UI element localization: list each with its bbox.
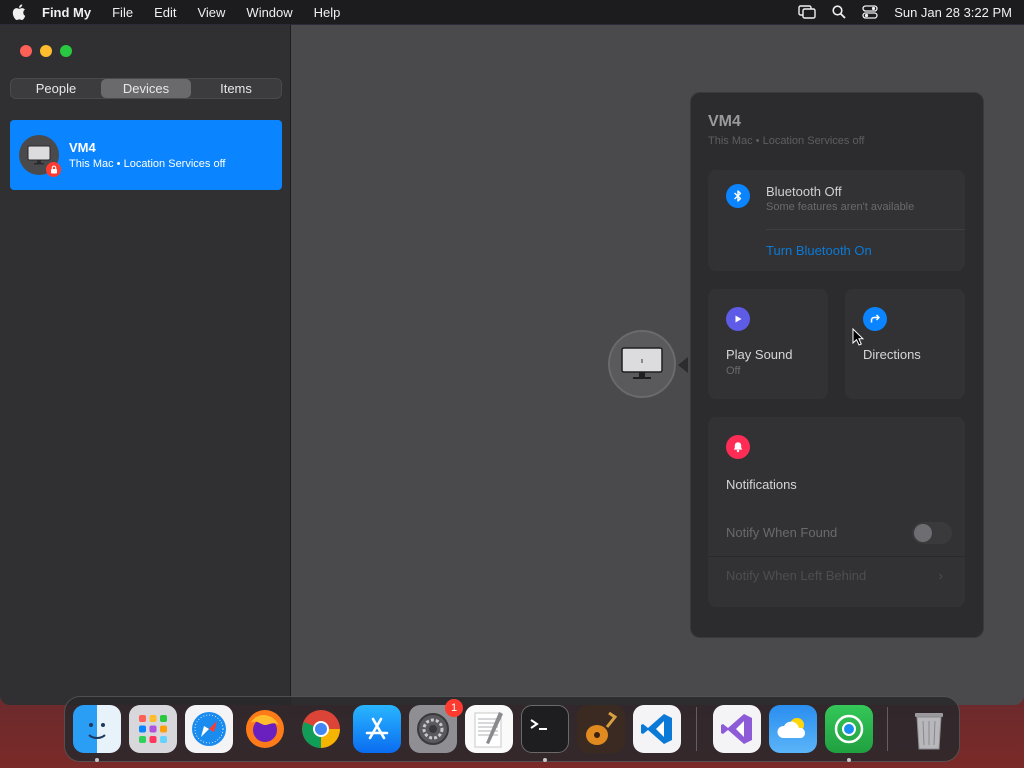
menu-file[interactable]: File xyxy=(112,5,133,20)
notify-when-found-toggle[interactable] xyxy=(912,522,952,544)
apple-menu-icon[interactable] xyxy=(12,4,28,20)
dock-separator xyxy=(696,707,697,751)
mouse-pointer-icon xyxy=(852,327,865,351)
menu-help[interactable]: Help xyxy=(314,5,341,20)
device-name: VM4 xyxy=(69,140,96,155)
zoom-window-button[interactable] xyxy=(60,45,72,57)
tab-devices[interactable]: Devices xyxy=(101,79,191,98)
notifications-card: Notifications Notify When Found Notify W… xyxy=(708,417,965,607)
notify-when-left-behind-item[interactable]: Notify When Left Behind xyxy=(726,568,866,583)
visual-studio-app-icon[interactable] xyxy=(713,705,761,753)
app-store-app-icon[interactable] xyxy=(353,705,401,753)
tab-items[interactable]: Items xyxy=(191,79,281,98)
play-icon xyxy=(726,307,750,331)
dock-separator xyxy=(887,707,888,751)
chrome-app-icon[interactable] xyxy=(297,705,345,753)
device-subtitle: This Mac • Location Services off xyxy=(69,158,226,170)
divider xyxy=(708,556,965,557)
notifications-label: Notifications xyxy=(726,477,797,492)
play-sound-label: Play Sound xyxy=(726,347,793,362)
directions-arrow-icon xyxy=(863,307,887,331)
running-indicator xyxy=(847,758,851,762)
menu-clock[interactable]: Sun Jan 28 3:22 PM xyxy=(894,5,1012,20)
running-indicator xyxy=(95,758,99,762)
chevron-right-icon: › xyxy=(938,568,943,583)
find-my-app-icon[interactable] xyxy=(825,705,873,753)
terminal-app-icon[interactable] xyxy=(521,705,569,753)
screen-mirroring-icon[interactable] xyxy=(798,5,816,19)
system-settings-app-icon[interactable]: 1 xyxy=(409,699,463,753)
menu-app-name[interactable]: Find My xyxy=(42,5,91,20)
running-indicator xyxy=(543,758,547,762)
trash-icon[interactable] xyxy=(905,705,953,753)
dock: 1 xyxy=(64,696,960,762)
panel-device-name: VM4 xyxy=(708,113,741,130)
vscode-app-icon[interactable] xyxy=(633,705,681,753)
map-area[interactable]: VM4 This Mac • Location Services off Blu… xyxy=(292,25,1024,705)
bell-icon xyxy=(726,435,750,459)
play-sound-status: Off xyxy=(726,365,741,377)
finder-app-icon[interactable] xyxy=(73,705,121,753)
turn-bluetooth-on-link[interactable]: Turn Bluetooth On xyxy=(766,243,872,258)
panel-device-subtitle: This Mac • Location Services off xyxy=(708,135,865,147)
menu-view[interactable]: View xyxy=(197,5,225,20)
control-center-icon[interactable] xyxy=(862,5,878,19)
category-segmented-control: People Devices Items xyxy=(10,78,282,99)
toggle-knob xyxy=(914,524,932,542)
tab-people[interactable]: People xyxy=(11,79,101,98)
divider xyxy=(766,229,965,230)
textedit-app-icon[interactable] xyxy=(465,705,513,753)
device-avatar xyxy=(19,135,61,177)
weather-app-icon[interactable] xyxy=(769,705,817,753)
mac-display-icon xyxy=(27,145,51,165)
close-window-button[interactable] xyxy=(20,45,32,57)
sidebar: People Devices Items VM4 This Mac • Loca… xyxy=(0,25,291,705)
notify-when-found-label: Notify When Found xyxy=(726,525,838,540)
bluetooth-icon xyxy=(726,184,750,208)
launchpad-app-icon[interactable] xyxy=(129,705,177,753)
menu-edit[interactable]: Edit xyxy=(154,5,176,20)
directions-label: Directions xyxy=(863,347,921,362)
device-text: VM4 This Mac • Location Services off xyxy=(69,140,226,170)
popover-arrow xyxy=(678,357,688,373)
menu-window[interactable]: Window xyxy=(246,5,292,20)
bluetooth-status-title: Bluetooth Off xyxy=(766,184,842,199)
device-list-item-vm4[interactable]: VM4 This Mac • Location Services off xyxy=(10,120,282,190)
bluetooth-status-subtitle: Some features aren't available xyxy=(766,201,915,213)
firefox-app-icon[interactable] xyxy=(241,705,289,753)
safari-app-icon[interactable] xyxy=(185,705,233,753)
play-sound-button[interactable]: Play Sound Off xyxy=(708,289,828,399)
spotlight-search-icon[interactable] xyxy=(832,5,846,19)
find-my-window: People Devices Items VM4 This Mac • Loca… xyxy=(0,25,1024,705)
device-detail-panel: VM4 This Mac • Location Services off Blu… xyxy=(690,92,984,638)
bluetooth-card: Bluetooth Off Some features aren't avail… xyxy=(708,170,965,271)
lock-icon xyxy=(46,162,61,177)
mac-display-icon xyxy=(621,347,663,379)
minimize-window-button[interactable] xyxy=(40,45,52,57)
device-map-pin[interactable] xyxy=(608,330,676,398)
window-controls xyxy=(20,45,72,57)
notification-badge: 1 xyxy=(445,699,463,717)
menu-bar: Find My File Edit View Window Help Sun J… xyxy=(0,0,1024,24)
garageband-app-icon[interactable] xyxy=(577,705,625,753)
